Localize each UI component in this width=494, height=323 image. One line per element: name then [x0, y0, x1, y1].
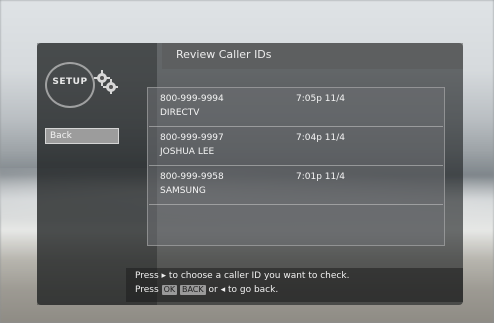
hint-line-2: Press OK BACK or ◂ to go back. — [135, 285, 278, 295]
caller-name: JOSHUA LEE — [160, 147, 215, 157]
caller-name: DIRECTV — [160, 108, 200, 118]
setup-badge: SETUP — [45, 62, 123, 108]
hint-press-text: Press — [135, 285, 159, 295]
caller-time: 7:01p 11/4 — [296, 172, 345, 182]
page-title: Review Caller IDs — [176, 48, 272, 61]
back-key-icon: BACK — [179, 285, 206, 295]
caller-number: 800-999-9994 — [160, 94, 224, 104]
ok-key-icon: OK — [161, 285, 178, 295]
caller-number: 800-999-9958 — [160, 172, 224, 182]
caller-row[interactable]: 800-999-9994 7:05p 11/4 DIRECTV — [149, 89, 443, 127]
hint-suffix-text: or ◂ to go back. — [208, 285, 279, 295]
back-button[interactable]: Back — [45, 128, 119, 144]
caller-number: 800-999-9997 — [160, 133, 224, 143]
hint-line-1: Press ▸ to choose a caller ID you want t… — [135, 271, 350, 281]
empty-caller-row — [149, 207, 443, 244]
caller-time: 7:05p 11/4 — [296, 94, 345, 104]
caller-name: SAMSUNG — [160, 186, 206, 196]
caller-row[interactable]: 800-999-9997 7:04p 11/4 JOSHUA LEE — [149, 128, 443, 166]
gear-icon — [94, 70, 118, 94]
caller-time: 7:04p 11/4 — [296, 133, 345, 143]
caller-row[interactable]: 800-999-9958 7:01p 11/4 SAMSUNG — [149, 167, 443, 205]
setup-label: SETUP — [52, 77, 88, 87]
